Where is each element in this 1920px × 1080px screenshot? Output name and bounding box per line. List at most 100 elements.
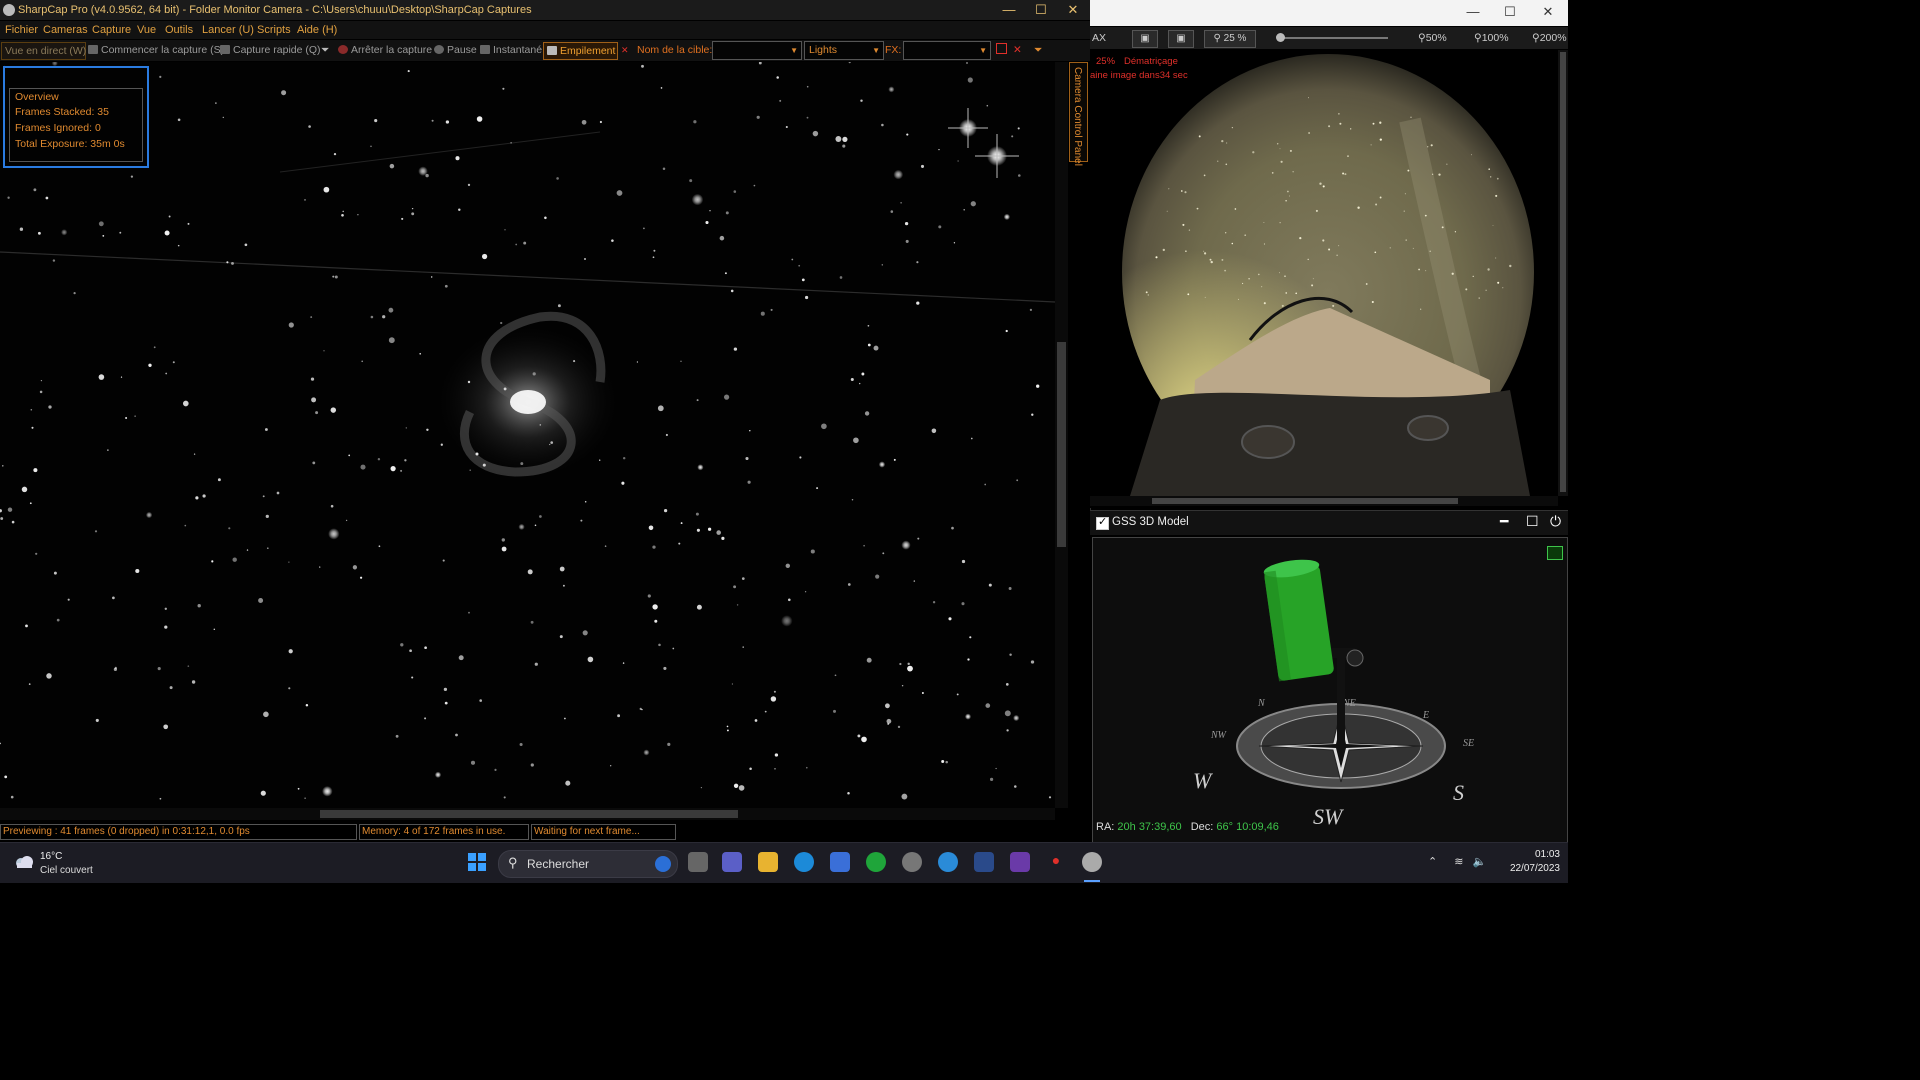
record-outline-icon[interactable] [996, 43, 1007, 54]
active-app-indicator [1084, 880, 1100, 882]
maximize-icon[interactable]: ☐ [1526, 513, 1539, 530]
scroll-thumb[interactable] [1560, 52, 1566, 492]
close-button[interactable]: ✕ [1056, 0, 1090, 20]
toolbar-more-dropdown[interactable]: ⏷ [1034, 42, 1042, 58]
gss-3d-viewport[interactable]: W SW S SE E NE N NW [1092, 537, 1568, 843]
zoom-200-button[interactable]: ⚲200% [1532, 32, 1567, 44]
file-explorer-icon[interactable] [758, 852, 778, 872]
quick-capture-dropdown[interactable]: ⏷ [321, 42, 329, 58]
maximize-button[interactable]: ☐ [1024, 0, 1058, 20]
star [409, 649, 412, 653]
sky-star [1425, 270, 1427, 272]
chevron-up-icon[interactable]: ⌃ [1428, 856, 1437, 868]
store-icon[interactable] [830, 852, 850, 872]
scroll-thumb[interactable] [320, 810, 738, 818]
star [724, 272, 727, 275]
star [801, 278, 805, 282]
scroll-thumb[interactable] [1152, 498, 1458, 504]
app-green-icon[interactable] [866, 852, 886, 872]
start-capture-button[interactable]: Commencer la capture (S) [88, 42, 224, 58]
star [610, 765, 612, 767]
windows-start-icon[interactable] [467, 852, 487, 872]
teams-icon[interactable] [722, 852, 742, 872]
sharpcap-titlebar[interactable]: SharpCap Pro (v4.0.9562, 64 bit) - Folde… [0, 0, 1090, 20]
taskbar-search[interactable]: ⚲ Rechercher [498, 850, 678, 878]
wifi-icon[interactable]: ≋ [1454, 856, 1463, 868]
actual-size-icon[interactable]: ▣ [1168, 30, 1194, 48]
viewport-horizontal-scrollbar[interactable] [0, 808, 1055, 820]
star [806, 116, 809, 119]
sky-star [1221, 139, 1224, 143]
star [539, 515, 542, 518]
viewport-vertical-scrollbar[interactable] [1055, 62, 1068, 808]
zoom-slider[interactable] [1276, 33, 1388, 42]
star [622, 662, 625, 664]
star [455, 156, 460, 161]
allsky-vertical-scrollbar[interactable] [1558, 50, 1568, 496]
quick-capture-button[interactable]: Capture rapide (Q) [220, 42, 321, 58]
volume-icon[interactable]: 🔈 [1473, 856, 1487, 868]
frame-type-combo[interactable]: Lights ▼ [804, 41, 884, 60]
star [164, 625, 168, 629]
slider-knob[interactable] [1276, 33, 1285, 42]
zoom-50-button[interactable]: ⚲50% [1418, 32, 1447, 44]
star [52, 259, 56, 262]
app-stellarium-icon[interactable] [1010, 852, 1030, 872]
image-viewport[interactable] [0, 62, 1068, 808]
live-view-button[interactable]: Vue en direct (W) [1, 42, 86, 60]
zoom-100-button[interactable]: ⚲100% [1474, 32, 1509, 44]
power-icon[interactable]: ⏻ [1550, 513, 1561, 530]
pause-button[interactable]: Pause [434, 42, 477, 58]
app-blue-icon[interactable] [938, 852, 958, 872]
star [774, 753, 779, 757]
app-gray-icon[interactable] [902, 852, 922, 872]
star [288, 687, 291, 690]
sky-star [1221, 258, 1224, 261]
allsky-image-view[interactable]: 25% Dématriçage aine image dans34 sec [1090, 50, 1558, 496]
task-view-icon[interactable] [688, 852, 708, 872]
app-telescope-icon[interactable] [974, 852, 994, 872]
minimize-button[interactable]: — [1458, 4, 1488, 19]
star [804, 591, 807, 593]
fit-label[interactable]: AX [1092, 32, 1106, 44]
stack-overview-panel[interactable]: Overview Frames Stacked: 35 Frames Ignor… [3, 66, 149, 168]
star [503, 387, 507, 391]
scroll-thumb[interactable] [1057, 342, 1066, 547]
menu-vue[interactable]: Vue [137, 24, 156, 36]
menu-outils[interactable]: Outils [165, 24, 193, 36]
chat-icon[interactable] [1547, 546, 1563, 560]
target-name-combo[interactable]: ▼ [712, 41, 802, 60]
app-red-icon[interactable]: ● [1046, 852, 1066, 872]
maximize-button[interactable]: ☐ [1495, 4, 1525, 20]
clock[interactable]: 01:03 22/07/2023 [1490, 849, 1560, 874]
star [164, 230, 170, 236]
star [549, 443, 551, 446]
compass-label-se: SE [1463, 738, 1474, 749]
star [964, 713, 972, 720]
minimize-button[interactable]: — [992, 0, 1026, 20]
menu-fichier[interactable]: Fichier [5, 24, 38, 36]
system-tray[interactable]: ⌃ ≋ 🔈 [1428, 855, 1486, 868]
stacking-button[interactable]: Empilement [543, 42, 618, 60]
menu-lancer[interactable]: Lancer (U) [202, 24, 254, 36]
minimize-icon[interactable]: ━ [1500, 513, 1508, 530]
sharpcap-taskbar-icon[interactable] [1082, 852, 1102, 872]
clear-icon[interactable]: ✕ [1013, 42, 1022, 58]
sky-star [1372, 122, 1375, 125]
edge-icon[interactable] [794, 852, 814, 872]
menu-capture[interactable]: Capture [92, 24, 131, 36]
gss-enabled-checkbox[interactable] [1096, 515, 1109, 530]
menu-scripts[interactable]: Scripts [257, 24, 291, 36]
menu-cameras[interactable]: Cameras [43, 24, 88, 36]
fit-screen-icon[interactable]: ▣ [1132, 30, 1158, 48]
zoom-current-button[interactable]: ⚲ 25 % [1204, 30, 1256, 48]
allsky-horizontal-scrollbar[interactable] [1090, 496, 1558, 506]
allsky-titlebar[interactable]: — ☐ ✕ [1090, 0, 1568, 26]
star [742, 646, 744, 648]
fx-combo[interactable]: ▼ [903, 41, 991, 60]
snapshot-button[interactable]: Instantané [480, 42, 542, 58]
close-button[interactable]: ✕ [1533, 4, 1563, 20]
camera-control-panel-tab[interactable]: Camera Control Panel [1069, 62, 1088, 166]
menu-aide[interactable]: Aide (H) [297, 24, 337, 36]
stop-capture-button[interactable]: Arrêter la capture [338, 42, 432, 58]
